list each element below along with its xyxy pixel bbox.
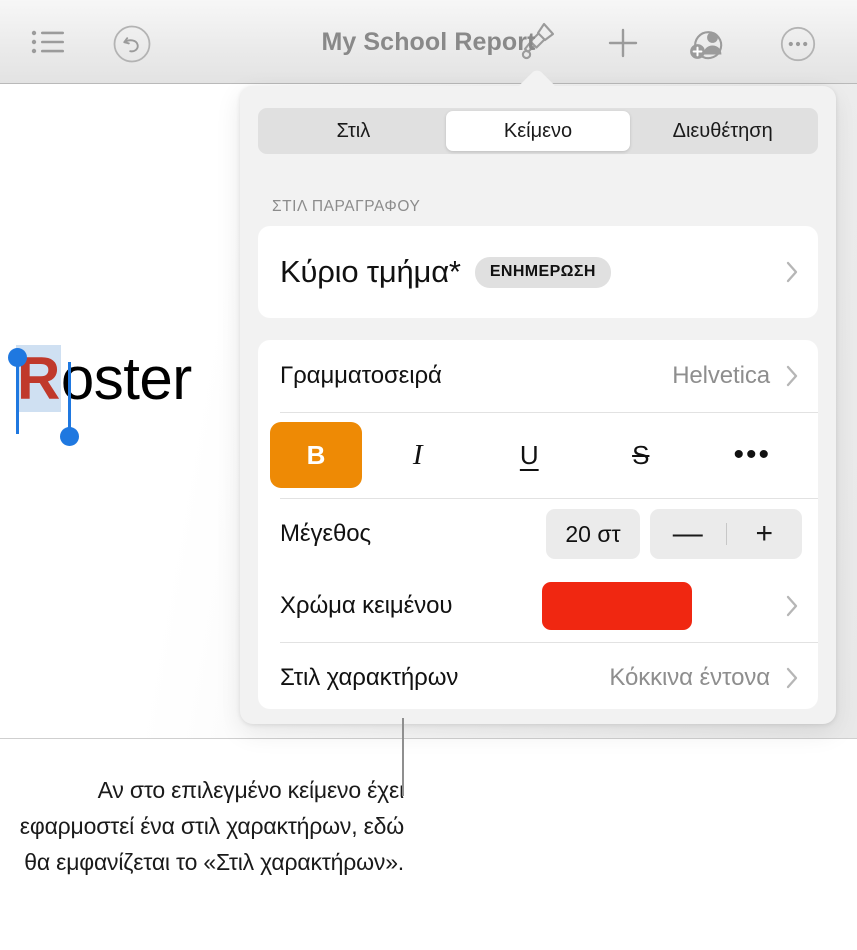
bold-button[interactable]: B xyxy=(270,422,362,488)
more-options-icon[interactable] xyxy=(775,21,821,67)
font-size-stepper: — + xyxy=(650,509,802,559)
selection-handle-end[interactable] xyxy=(60,427,79,446)
font-row[interactable]: Γραμματοσειρά Helvetica xyxy=(258,340,818,412)
tab-text[interactable]: Κείμενο xyxy=(445,111,631,151)
font-size-decrease-button[interactable]: — xyxy=(650,509,726,559)
undo-icon[interactable] xyxy=(110,22,154,66)
font-value: Helvetica xyxy=(672,362,770,389)
character-style-row[interactable]: Στιλ χαρακτήρων Κόκκινα έντονα xyxy=(258,642,818,709)
paragraph-style-name: Κύριο τμήμα* xyxy=(280,254,461,289)
chevron-right-icon xyxy=(782,361,802,391)
selection-bar-left xyxy=(16,362,19,434)
character-format-buttons: B I U S ••• xyxy=(258,412,818,498)
tab-style[interactable]: Στιλ xyxy=(261,111,446,151)
popover-pointer xyxy=(515,68,559,88)
document-text[interactable]: Roster xyxy=(16,344,192,413)
chevron-right-icon xyxy=(782,663,802,693)
strikethrough-button[interactable]: S xyxy=(585,422,697,488)
chevron-right-icon xyxy=(782,591,802,621)
underline-button[interactable]: U xyxy=(474,422,586,488)
list-view-icon[interactable] xyxy=(28,22,68,62)
insert-plus-icon[interactable] xyxy=(600,20,646,66)
text-color-label: Χρώμα κειμένου xyxy=(280,592,453,619)
text-color-row[interactable]: Χρώμα κειμένου xyxy=(258,570,818,642)
app-toolbar: My School Report xyxy=(0,0,857,84)
callout-leader-line xyxy=(402,718,404,796)
font-size-input[interactable]: 20 στ xyxy=(546,509,640,559)
format-brush-icon[interactable] xyxy=(512,18,560,66)
font-label: Γραμματοσειρά xyxy=(280,362,442,389)
font-size-row: Μέγεθος 20 στ — + xyxy=(258,498,818,570)
more-format-button[interactable]: ••• xyxy=(697,422,809,488)
chevron-right-icon xyxy=(782,257,802,287)
italic-button[interactable]: I xyxy=(362,422,474,488)
format-tabs: Στιλ Κείμενο Διευθέτηση xyxy=(258,108,818,154)
character-style-label: Στιλ χαρακτήρων xyxy=(280,664,459,691)
callout-caption: Αν στο επιλεγμένο κείμενο έχει εφαρμοστε… xyxy=(19,777,404,875)
text-format-popover: Στιλ Κείμενο Διευθέτηση ΣΤΙΛ ΠΑΡΑΓΡΑΦΟΥ … xyxy=(240,86,836,724)
text-color-swatch[interactable] xyxy=(542,582,693,630)
collaborate-add-person-icon[interactable] xyxy=(684,20,732,66)
paragraph-style-section-label: ΣΤΙΛ ΠΑΡΑΓΡΑΦΟΥ xyxy=(272,198,421,215)
text-settings-card: Γραμματοσειρά Helvetica B I U S ••• Μέγε… xyxy=(258,340,818,709)
font-size-label: Μέγεθος xyxy=(280,520,371,547)
selection-bar-right xyxy=(68,362,71,434)
document-text-rest: oster xyxy=(60,345,192,412)
character-style-value: Κόκκινα έντονα xyxy=(609,664,770,691)
font-size-increase-button[interactable]: + xyxy=(727,509,803,559)
tab-arrange[interactable]: Διευθέτηση xyxy=(630,111,815,151)
selection-handle-start[interactable] xyxy=(8,348,27,367)
update-style-badge[interactable]: ΕΝΗΜΕΡΩΣΗ xyxy=(474,256,611,288)
paragraph-style-row[interactable]: Κύριο τμήμα* ΕΝΗΜΕΡΩΣΗ xyxy=(258,226,818,318)
